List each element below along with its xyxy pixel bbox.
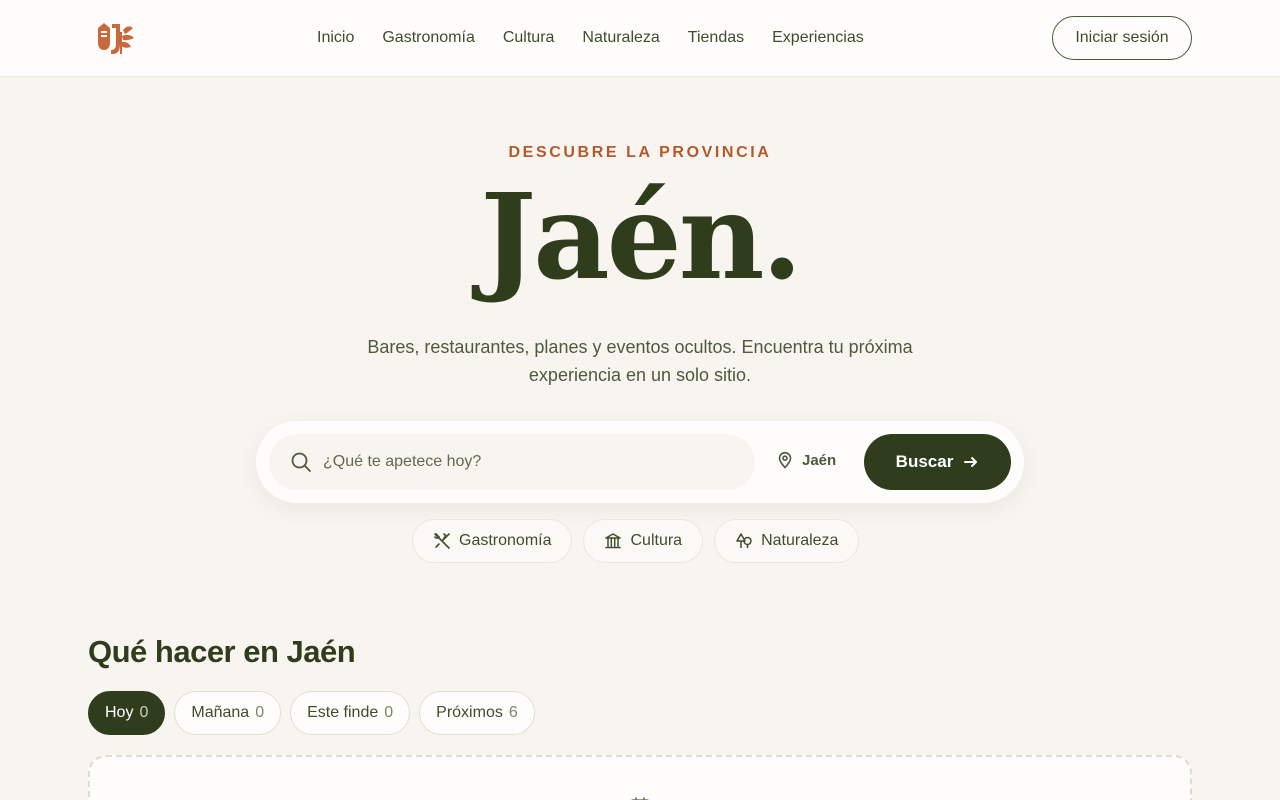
hero-title: Jaén. — [480, 167, 802, 306]
tab-count: 0 — [384, 704, 394, 721]
jaen-logo-icon[interactable] — [95, 20, 137, 58]
tab-label: Mañana — [191, 704, 250, 721]
nav-inicio[interactable]: Inicio — [317, 28, 354, 48]
search-icon — [291, 452, 311, 472]
search-field — [269, 434, 755, 490]
tab-label: Hoy — [105, 704, 134, 721]
tab-count: 6 — [508, 704, 518, 721]
nav-naturaleza[interactable]: Naturaleza — [582, 28, 659, 48]
nav-gastronomia[interactable]: Gastronomía — [382, 28, 474, 48]
arrow-right-icon — [964, 457, 978, 467]
chip-naturaleza[interactable]: Naturaleza — [714, 519, 860, 563]
tab-este-finde[interactable]: Este finde 0 — [290, 691, 411, 735]
chip-cultura[interactable]: Cultura — [583, 519, 704, 563]
tab-count: 0 — [139, 704, 149, 721]
main-nav: Inicio Gastronomía Cultura Naturaleza Ti… — [317, 28, 892, 48]
tab-label: Este finde — [307, 704, 379, 721]
chip-label: Gastronomía — [459, 532, 552, 549]
tab-hoy[interactable]: Hoy 0 — [88, 691, 166, 735]
tab-proximos[interactable]: Próximos 6 — [419, 691, 535, 735]
chip-gastronomia[interactable]: Gastronomía — [412, 519, 573, 563]
museum-icon — [605, 533, 622, 549]
map-pin-icon — [778, 451, 792, 469]
trees-icon — [736, 533, 752, 548]
date-tabs: Hoy 0 Mañana 0 Este finde 0 Próximos 6 — [88, 691, 535, 735]
login-button[interactable]: Iniciar sesión — [1052, 16, 1192, 60]
search-button[interactable]: Buscar — [864, 434, 1011, 490]
section-title: Qué hacer en Jaén — [88, 634, 356, 669]
location-selector[interactable]: Jaén — [776, 451, 836, 469]
tab-label: Próximos — [436, 704, 503, 721]
tab-count: 0 — [255, 704, 265, 721]
search-button-label: Buscar — [895, 452, 954, 471]
tab-manana[interactable]: Mañana 0 — [174, 691, 282, 735]
utensils-icon — [434, 533, 450, 549]
site-header: Inicio Gastronomía Cultura Naturaleza Ti… — [0, 0, 1280, 77]
nav-experiencias[interactable]: Experiencias — [772, 28, 864, 48]
search-bar: Jaén Buscar — [256, 421, 1024, 503]
calendar-icon — [631, 797, 649, 800]
chip-label: Naturaleza — [761, 532, 839, 549]
search-input[interactable] — [323, 434, 743, 490]
chip-label: Cultura — [630, 532, 683, 549]
hero-subtitle: Bares, restaurantes, planes y eventos oc… — [367, 337, 913, 385]
category-chips: Gastronomía Cultura Naturaleza — [412, 519, 860, 563]
events-empty-state — [88, 755, 1192, 800]
location-label: Jaén — [802, 451, 837, 469]
hero-eyebrow: DESCUBRE LA PROVINCIA — [508, 144, 772, 161]
nav-cultura[interactable]: Cultura — [503, 28, 555, 48]
nav-tiendas[interactable]: Tiendas — [688, 28, 744, 48]
